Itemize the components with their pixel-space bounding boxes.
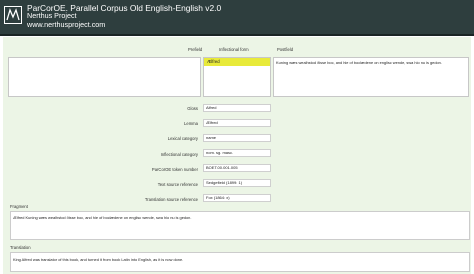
app-header: ParCorOE. Parallel Corpus Old English-En…	[0, 0, 474, 36]
lemma-field: Ælfred	[203, 119, 271, 127]
inflectional-category-field: nom. sg. masc.	[203, 149, 271, 157]
text-source-field: Sedgefield (1899: 1)	[203, 179, 271, 187]
translation-source-field: Fox (1864: x)	[203, 194, 271, 202]
prefield-header: Prefield	[188, 47, 203, 52]
lexical-category-field: name	[203, 134, 271, 142]
project-url[interactable]: www.nerthusproject.com	[27, 20, 221, 29]
inflectional-category-label: Inflectional category	[160, 152, 198, 157]
nerthus-logo-icon	[4, 6, 22, 24]
inflectional-form-header: Inflectional form	[219, 47, 249, 52]
fragment-label: Fragment	[10, 204, 28, 209]
inflectional-form-highlight[interactable]: Ælfred	[204, 58, 270, 66]
gloss-field: Alfred	[203, 104, 271, 112]
prefield-box	[8, 57, 201, 97]
postfield-text: Kuning wæs wealhstod ðisse boc, and hie …	[276, 60, 442, 65]
lemma-label: Lemma	[184, 121, 198, 126]
gloss-label: Gloss	[187, 106, 198, 111]
translation-label: Translation	[10, 245, 31, 250]
translation-source-label: Translation source reference	[144, 197, 198, 202]
lexical-category-label: Lexical category	[167, 136, 198, 141]
token-number-label: ParCorOE token number	[151, 167, 198, 172]
postfield-box: Kuning wæs wealhstod ðisse boc, and hie …	[273, 57, 469, 97]
token-number-field: BOET.00.001.005	[203, 164, 271, 172]
fragment-text: Ælfred Kuning wæs wealhstod ðisse boc, a…	[13, 215, 192, 220]
fragment-box: Ælfred Kuning wæs wealhstod ðisse boc, a…	[10, 211, 470, 240]
title-block: ParCorOE. Parallel Corpus Old English-En…	[27, 4, 221, 29]
postfield-header: Postfield	[277, 47, 294, 52]
text-source-label: Text source reference	[157, 182, 198, 187]
translation-box: King Alfred was translator of this book,…	[10, 252, 470, 272]
translation-text: King Alfred was translator of this book,…	[13, 257, 184, 262]
